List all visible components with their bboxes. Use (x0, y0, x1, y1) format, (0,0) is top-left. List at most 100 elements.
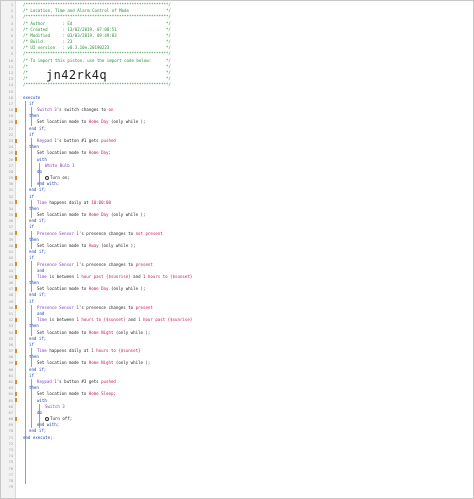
line-number: 12 (8, 70, 13, 75)
line-number: 71 (8, 435, 13, 440)
code-token: /***************************************… (23, 14, 171, 20)
code-token: Turn off; (50, 416, 73, 422)
code-token[interactable]: Keypad 1 (37, 138, 57, 143)
code-token: execute (23, 94, 41, 100)
code-token[interactable]: Switch 3 (37, 107, 57, 112)
statement-marker-icon[interactable] (15, 330, 17, 335)
statement-marker-icon[interactable] (15, 200, 17, 205)
header-comment: /* Author : Ed */ (23, 21, 171, 26)
condition: Presence Sensor 1's presence changes to … (37, 305, 153, 310)
statement-marker-icon[interactable] (15, 274, 17, 279)
line-number: 74 (8, 454, 13, 459)
header-comment: /* Build : 23 */ (23, 39, 171, 44)
statement-marker-icon[interactable] (15, 317, 17, 322)
line-number: 72 (8, 441, 13, 446)
code-token[interactable]: on (108, 107, 113, 112)
set-mode-action: Set location mode to Away (only while ); (37, 243, 136, 248)
line-number: 30 (8, 182, 13, 187)
code-token: /* Created : 13/02/2019, 07:08:51 */ (23, 26, 171, 32)
line-number: 5 (10, 27, 13, 32)
line-number: 35 (8, 213, 13, 218)
line-number: 38 (8, 231, 13, 236)
line-number: 49 (8, 299, 13, 304)
condition: Time happens daily at 1 hours to {$sunse… (37, 348, 141, 353)
block-guide (30, 261, 32, 293)
statement-marker-icon[interactable] (15, 398, 17, 403)
line-number: 76 (8, 466, 13, 471)
then-keyword: then (29, 280, 39, 285)
code-token[interactable]: Presence Sensor 1 (37, 231, 79, 236)
code-token[interactable]: Time (37, 200, 47, 205)
then-keyword: then (29, 113, 39, 118)
code-token[interactable]: 1 hours to {$sunset} (76, 317, 125, 322)
code-token[interactable]: not present (136, 231, 163, 236)
line-number: 16 (8, 95, 13, 100)
code-token[interactable]: Home Night (89, 360, 114, 365)
end-execute-keyword: end execute; (23, 435, 53, 440)
line-number: 32 (8, 194, 13, 199)
code-token[interactable]: Time (37, 348, 47, 353)
code-token[interactable]: 1 hour past {$sunrise} (138, 317, 192, 322)
code-token[interactable]: Home Day (89, 119, 109, 124)
code-token[interactable]: Home Day (89, 150, 109, 155)
statement-marker-icon[interactable] (15, 305, 17, 310)
statement-marker-icon[interactable] (15, 212, 17, 217)
code-token[interactable]: 1 hour past {$sunrise} (76, 274, 130, 279)
code-token[interactable]: Presence Sensor 1 (37, 262, 79, 267)
code-token[interactable]: present (136, 305, 153, 310)
statement-marker-icon[interactable] (15, 348, 17, 353)
statement-marker-icon[interactable] (15, 416, 17, 421)
statement-marker-icon[interactable] (15, 231, 17, 236)
code-token[interactable]: 1 hours to {$sunset} (143, 274, 192, 279)
code-token[interactable]: Home Night (89, 330, 114, 335)
code-token: and (125, 317, 139, 323)
code-token[interactable]: Home Sleep (89, 391, 114, 396)
statement-marker-icon[interactable] (15, 175, 17, 180)
code-token[interactable]: Home Day (89, 212, 109, 217)
code-token[interactable]: 1 hours to {$sunset} (91, 348, 140, 353)
statement-marker-icon[interactable] (15, 138, 17, 143)
statement-marker-icon[interactable] (15, 379, 17, 384)
code-token: end if; (29, 428, 47, 434)
line-number: 40 (8, 244, 13, 249)
code-token: /* To import this piston, use the import… (23, 57, 171, 63)
code-token[interactable]: pushed (101, 379, 116, 384)
code-token: /* Location, Time and Alarm Control of M… (23, 8, 171, 14)
turn-off-action: Turn off; (45, 416, 73, 422)
statement-marker-icon[interactable] (15, 157, 17, 162)
code-token[interactable]: Switch 3 (45, 404, 65, 409)
statement-marker-icon[interactable] (15, 120, 17, 125)
statement-marker-icon[interactable] (15, 107, 17, 112)
line-number: 17 (8, 101, 13, 106)
code-token[interactable]: pushed (101, 138, 116, 143)
code-token: then (29, 280, 39, 286)
code-token[interactable]: Away (89, 243, 99, 248)
end-with-keyword: end with; (37, 422, 59, 427)
statement-marker-icon[interactable] (15, 150, 17, 155)
code-token[interactable]: 10:00:00 (91, 200, 111, 205)
code-token[interactable]: Time (37, 317, 47, 322)
code-token: if (29, 341, 34, 347)
statement-marker-icon[interactable] (15, 243, 17, 248)
code-token: with (37, 397, 47, 403)
line-number: 48 (8, 293, 13, 298)
code-token[interactable]: Time (37, 274, 47, 279)
statement-marker-icon[interactable] (15, 361, 17, 366)
line-number: 36 (8, 219, 13, 224)
statement-marker-icon[interactable] (15, 391, 17, 396)
code-token: if (29, 298, 34, 304)
line-number: 13 (8, 77, 13, 82)
statement-marker-icon[interactable] (15, 262, 17, 267)
statement-marker-icon[interactable] (15, 286, 17, 291)
then-keyword: then (29, 144, 39, 149)
line-number: 31 (8, 188, 13, 193)
code-token: (only while ); (108, 119, 146, 125)
code-token: (only while ); (113, 329, 151, 335)
code-token[interactable]: present (136, 262, 153, 267)
code-token[interactable]: Presence Sensor 1 (37, 305, 79, 310)
line-number: 60 (8, 367, 13, 372)
code-token[interactable]: Home Day (89, 286, 109, 291)
code-token: /* Build : 23 */ (23, 39, 171, 45)
code-token[interactable]: White Bulb 1 (45, 163, 75, 168)
code-token[interactable]: Keypad 1 (37, 379, 57, 384)
